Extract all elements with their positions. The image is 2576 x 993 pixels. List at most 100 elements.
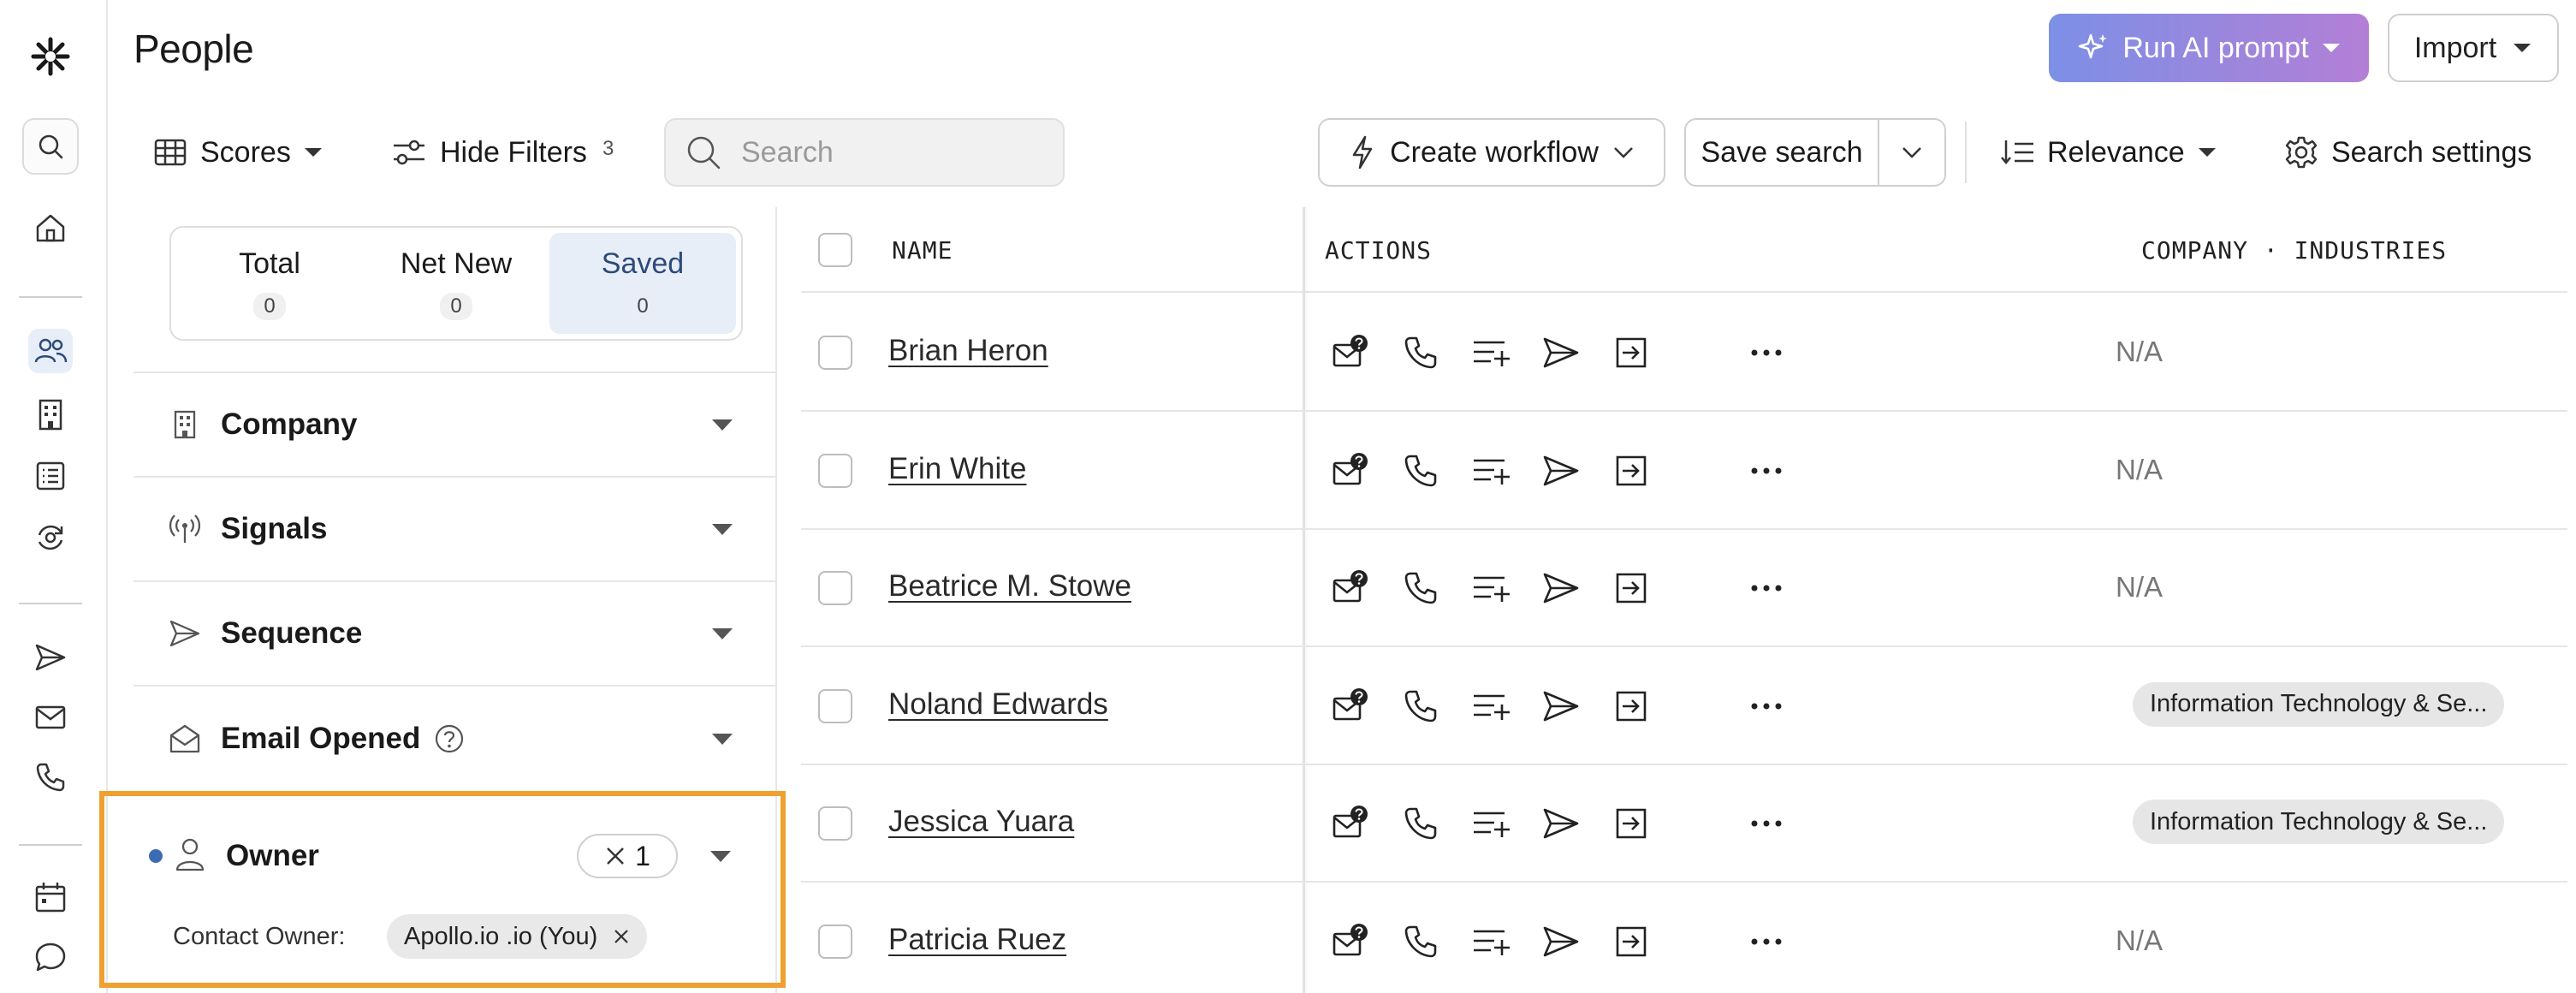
refresh-icon[interactable] [28,515,73,560]
row-actions [1330,568,1652,609]
table-row: Jessica Yuara Information Technology & S… [801,765,2567,883]
filter-email-opened[interactable]: Email Opened [134,685,777,793]
export-icon[interactable] [1611,803,1652,844]
row-checkbox[interactable] [818,336,852,370]
row-checkbox[interactable] [818,571,852,605]
row-checkbox[interactable] [818,806,852,841]
people-icon[interactable] [28,329,73,373]
add-to-list-icon[interactable] [1470,803,1511,844]
caret-down-icon [712,733,733,745]
export-icon[interactable] [1611,568,1652,609]
email-unknown-icon[interactable] [1330,450,1371,491]
column-header-company-industries[interactable]: COMPANY · INDUSTRIES [2141,236,2447,265]
row-checkbox[interactable] [818,688,852,723]
person-name-link[interactable]: Patricia Ruez [888,923,1066,957]
person-name-link[interactable]: Brian Heron [888,334,1048,368]
send-icon[interactable] [28,635,73,680]
filter-signals[interactable]: Signals [134,476,777,580]
owner-filter-count: 1 [635,840,650,871]
filter-label: Email Opened [221,722,421,755]
send-sequence-icon[interactable] [1540,921,1582,962]
segment-saved[interactable]: Saved 0 [549,233,736,334]
export-icon[interactable] [1611,686,1652,727]
row-checkbox[interactable] [818,453,852,488]
contact-owner-label: Contact Owner: [173,923,346,950]
export-icon[interactable] [1611,921,1652,962]
save-search-button[interactable]: Save search [1686,120,1879,185]
more-options-icon[interactable] [1746,568,1787,609]
email-unknown-icon[interactable] [1330,921,1371,962]
more-options-icon[interactable] [1746,332,1787,373]
more-options-icon[interactable] [1746,803,1787,844]
add-to-list-icon[interactable] [1470,332,1511,373]
run-ai-prompt-button[interactable]: Run AI prompt [2049,14,2369,82]
filter-company[interactable]: Company [134,372,777,476]
phone-icon[interactable] [1400,568,1441,609]
filters-count-badge: 3 [602,137,614,160]
mail-icon[interactable] [28,695,73,740]
more-options-icon[interactable] [1746,686,1787,727]
segment-net-new[interactable]: Net New 0 [363,233,549,334]
add-to-list-icon[interactable] [1470,921,1511,962]
save-search-menu-button[interactable] [1879,120,1944,185]
search-input[interactable] [741,135,1049,169]
add-to-list-icon[interactable] [1470,568,1511,609]
phone-icon[interactable] [28,755,73,800]
export-icon[interactable] [1611,332,1652,373]
scores-dropdown[interactable]: Scores [152,118,323,187]
clear-owner-filter-chip[interactable]: 1 [577,834,678,878]
email-unknown-icon[interactable] [1330,803,1371,844]
send-sequence-icon[interactable] [1540,803,1582,844]
send-sequence-icon[interactable] [1540,450,1582,491]
email-unknown-icon[interactable] [1330,332,1371,373]
filter-owner[interactable]: Owner 1 Contact Owner: Apollo.io .io (Yo… [99,791,786,988]
phone-icon[interactable] [1400,686,1441,727]
column-header-name[interactable]: NAME [892,236,953,265]
send-sequence-icon[interactable] [1540,332,1582,373]
import-button[interactable]: Import [2388,14,2559,82]
remove-owner-icon[interactable] [613,928,630,945]
send-sequence-icon[interactable] [1540,568,1582,609]
row-actions [1330,450,1652,491]
segment-total[interactable]: Total 0 [176,233,363,334]
building-icon[interactable] [28,392,73,437]
person-name-link[interactable]: Jessica Yuara [888,805,1074,839]
sort-dropdown[interactable]: Relevance [1999,118,2217,187]
phone-icon[interactable] [1400,332,1441,373]
create-workflow-button[interactable]: Create workflow [1318,118,1665,187]
person-name-link[interactable]: Erin White [888,452,1026,486]
caret-down-icon[interactable] [710,851,731,862]
email-unknown-icon[interactable] [1330,568,1371,609]
phone-icon[interactable] [1400,803,1441,844]
add-to-list-icon[interactable] [1470,450,1511,491]
phone-icon[interactable] [1400,450,1441,491]
search-icon[interactable] [22,118,79,175]
close-icon [607,847,624,865]
person-name-link[interactable]: Beatrice M. Stowe [888,569,1131,604]
search-settings-button[interactable]: Search settings [2283,118,2531,187]
list-icon[interactable] [28,454,73,498]
send-sequence-icon[interactable] [1540,686,1582,727]
filter-sequence[interactable]: Sequence [134,580,777,685]
help-icon[interactable] [434,723,465,754]
email-unknown-icon[interactable] [1330,686,1371,727]
calendar-icon[interactable] [28,875,73,919]
logo-icon[interactable] [28,34,73,79]
hide-filters-button[interactable]: Hide Filters 3 [390,118,614,187]
table-row: Patricia Ruez N/A [801,883,2567,993]
toolbar-divider [1965,122,1967,183]
person-name-link[interactable]: Noland Edwards [888,687,1108,722]
more-options-icon[interactable] [1746,921,1787,962]
export-icon[interactable] [1611,450,1652,491]
row-checkbox[interactable] [818,924,852,959]
chat-icon[interactable] [28,935,73,979]
select-all-checkbox[interactable] [818,233,852,267]
filter-label: Signals [221,512,328,545]
add-to-list-icon[interactable] [1470,686,1511,727]
search-field[interactable] [664,118,1065,187]
company-industry: N/A [2116,453,2163,485]
phone-icon[interactable] [1400,921,1441,962]
segment-label: Saved [601,247,685,280]
home-icon[interactable] [28,205,73,250]
more-options-icon[interactable] [1746,450,1787,491]
